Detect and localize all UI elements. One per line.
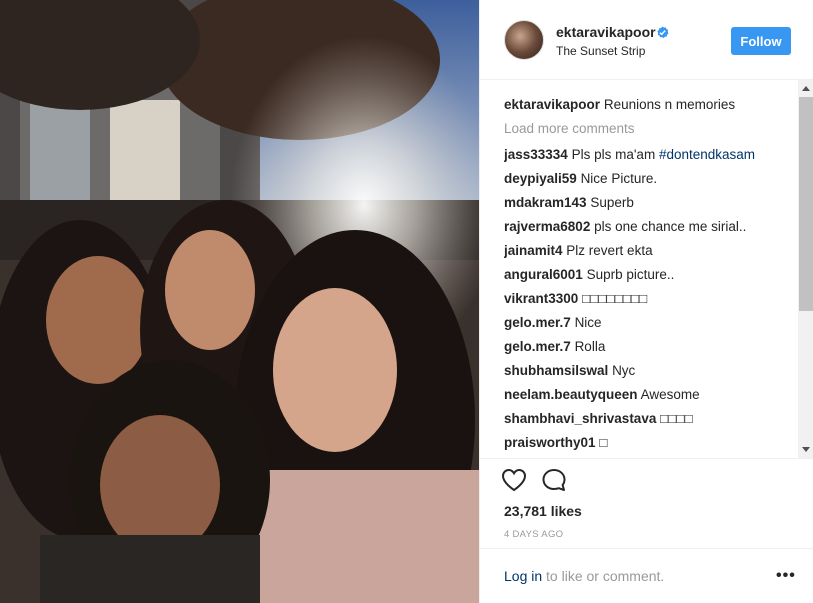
post-side-panel: ektaravikapoor The Sunset Strip Follow e… bbox=[479, 0, 813, 603]
comment-row: shambhavi_shrivastava □□□□ bbox=[504, 407, 794, 431]
comment-row: angural6001 Suprb picture.. bbox=[504, 263, 794, 287]
scroll-down-arrow-icon[interactable] bbox=[802, 447, 810, 452]
post-photo[interactable] bbox=[0, 0, 479, 603]
comment-row: vikrant3300 □□□□□□□□ bbox=[504, 287, 794, 311]
comment-username[interactable]: gelo.mer.7 bbox=[504, 339, 571, 354]
comment-username[interactable]: rajverma6802 bbox=[504, 219, 590, 234]
verified-badge-icon bbox=[657, 26, 669, 39]
comment-row: rajverma6802 pls one chance me sirial.. bbox=[504, 215, 794, 239]
scrollbar-thumb[interactable] bbox=[799, 97, 813, 311]
comment-text: Plz revert ekta bbox=[566, 243, 653, 258]
comment-username[interactable]: angural6001 bbox=[504, 267, 583, 282]
login-link[interactable]: Log in bbox=[504, 568, 542, 584]
more-options-icon[interactable]: ••• bbox=[776, 567, 796, 585]
selfie-image bbox=[0, 0, 479, 603]
post-timestamp[interactable]: 4 DAYS AGO bbox=[504, 529, 563, 540]
comment-username[interactable]: jainamit4 bbox=[504, 243, 563, 258]
username-link[interactable]: ektaravikapoor bbox=[556, 24, 656, 40]
comment-row: mdakram143 Superb bbox=[504, 191, 794, 215]
comment-username[interactable]: deypiyali59 bbox=[504, 171, 577, 186]
comment-text: □□□□ bbox=[660, 411, 693, 426]
comment-row: neelam.beautyqueen Awesome bbox=[504, 383, 794, 407]
comment-username[interactable]: jass33334 bbox=[504, 147, 568, 162]
comment-text: Suprb picture.. bbox=[586, 267, 675, 282]
comment-row: shubhamsilswal Nyc bbox=[504, 359, 794, 383]
comment-text: pls one chance me sirial.. bbox=[594, 219, 747, 234]
comment-bubble-icon[interactable] bbox=[541, 468, 567, 492]
location-link[interactable]: The Sunset Strip bbox=[556, 44, 645, 58]
comment-text: Rolla bbox=[574, 339, 606, 354]
login-prompt: Log in to like or comment. bbox=[504, 568, 664, 584]
comment-row: gelo.mer.7 Rolla bbox=[504, 335, 794, 359]
scroll-up-arrow-icon[interactable] bbox=[802, 86, 810, 91]
login-footer: Log in to like or comment. ••• bbox=[480, 548, 813, 603]
comment-text: Nyc bbox=[612, 363, 636, 378]
comment-row: gelo.mer.7 Nice bbox=[504, 311, 794, 335]
likes-count[interactable]: 23,781 likes bbox=[504, 503, 582, 519]
instagram-post-window: ektaravikapoor The Sunset Strip Follow e… bbox=[0, 0, 813, 603]
follow-button[interactable]: Follow bbox=[731, 27, 791, 55]
comment-username[interactable]: vikrant3300 bbox=[504, 291, 578, 306]
load-more-comments-link[interactable]: Load more comments bbox=[504, 117, 794, 143]
caption-text: Reunions n memories bbox=[603, 97, 736, 112]
comment-username[interactable]: gelo.mer.7 bbox=[504, 315, 571, 330]
comment-text: Nice Picture. bbox=[580, 171, 658, 186]
comment-hashtag[interactable]: #dontendkasam bbox=[659, 147, 755, 162]
comments-section: ektaravikapoor Reunions n memories Load … bbox=[480, 80, 813, 458]
comment-username[interactable]: shubhamsilswal bbox=[504, 363, 608, 378]
post-header: ektaravikapoor The Sunset Strip Follow bbox=[480, 0, 813, 80]
avatar[interactable] bbox=[504, 20, 544, 60]
caption-username[interactable]: ektaravikapoor bbox=[504, 97, 600, 112]
comment-text: Superb bbox=[590, 195, 634, 210]
comment-row: praisworthy01 □ bbox=[504, 431, 794, 455]
comment-row: jass33334 Pls pls ma'am #dontendkasam bbox=[504, 143, 794, 167]
comment-text: □ bbox=[599, 435, 608, 450]
post-actions: 23,781 likes 4 DAYS AGO bbox=[480, 458, 813, 548]
comment-text: □□□□□□□□ bbox=[582, 291, 648, 306]
login-prompt-text: to like or comment. bbox=[542, 568, 665, 584]
caption: ektaravikapoor Reunions n memories bbox=[504, 93, 794, 117]
comments-scrollbar[interactable] bbox=[798, 80, 813, 458]
comment-username[interactable]: praisworthy01 bbox=[504, 435, 596, 450]
comment-row: jainamit4 Plz revert ekta bbox=[504, 239, 794, 263]
comment-row: deypiyali59 Nice Picture. bbox=[504, 167, 794, 191]
comment-text: Awesome bbox=[640, 387, 700, 402]
comment-text: Nice bbox=[574, 315, 602, 330]
heart-icon[interactable] bbox=[501, 468, 527, 492]
comment-username[interactable]: shambhavi_shrivastava bbox=[504, 411, 656, 426]
comment-username[interactable]: mdakram143 bbox=[504, 195, 587, 210]
comment-username[interactable]: neelam.beautyqueen bbox=[504, 387, 638, 402]
comments-list: ektaravikapoor Reunions n memories Load … bbox=[504, 93, 794, 455]
comment-text: Pls pls ma'am bbox=[571, 147, 659, 162]
